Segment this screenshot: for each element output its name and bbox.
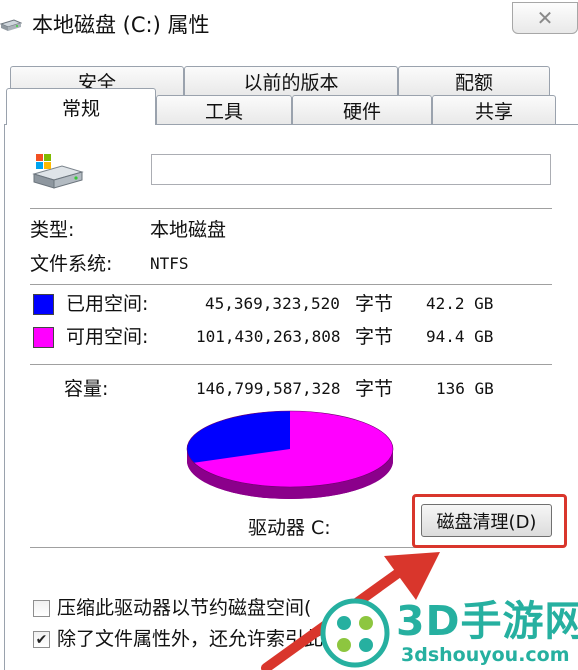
capacity-bytes: 146,799,587,328: [196, 379, 341, 398]
capacity-label: 容量:: [64, 378, 109, 400]
type-label: 类型:: [30, 219, 75, 241]
free-space-bytes: 101,430,263,808: [196, 327, 341, 346]
disk-cleanup-button[interactable]: 磁盘清理(D): [421, 504, 552, 537]
tab-hardware[interactable]: 硬件: [292, 95, 432, 125]
compress-checkbox[interactable]: [33, 600, 50, 617]
used-space-label: 已用空间:: [66, 293, 149, 315]
close-button[interactable]: ✕: [512, 2, 578, 34]
capacity-size: 136 GB: [436, 379, 494, 398]
filesystem-value: NTFS: [150, 254, 189, 273]
divider-mid: [30, 284, 552, 285]
volume-label-input[interactable]: [151, 154, 551, 185]
type-value: 本地磁盘: [150, 219, 227, 241]
tab-tools-label: 工具: [204, 101, 243, 123]
watermark-brand: 3D手游网: [396, 597, 578, 645]
tab-sharing-label: 共享: [474, 101, 513, 123]
free-space-size: 94.4 GB: [426, 327, 494, 346]
used-space-unit: 字节: [355, 293, 394, 315]
watermark-domain: 3dshouyou.com: [401, 644, 570, 666]
hard-drive-icon: [32, 154, 84, 189]
tab-hardware-label: 硬件: [342, 101, 381, 123]
tab-previous-versions-label: 以前的版本: [243, 72, 339, 94]
tab-quota[interactable]: 配额: [398, 66, 550, 96]
drive-label: 驱动器 C:: [248, 517, 331, 539]
index-checkbox[interactable]: ✔: [33, 631, 50, 648]
tab-previous-versions[interactable]: 以前的版本: [184, 66, 398, 96]
divider-top: [30, 208, 552, 209]
tab-tools[interactable]: 工具: [156, 95, 292, 125]
close-icon: ✕: [536, 6, 554, 30]
used-space-swatch: [33, 294, 54, 315]
divider-capacity: [30, 364, 552, 365]
checkmark-icon: ✔: [35, 631, 48, 648]
capacity-unit: 字节: [355, 378, 394, 400]
tab-quota-label: 配额: [454, 72, 493, 94]
free-space-unit: 字节: [355, 326, 394, 348]
watermark-logo-icon: [320, 598, 390, 668]
free-space-label: 可用空间:: [66, 326, 149, 348]
title-bar: 本地磁盘 (C:) 属性 ✕: [0, 0, 578, 52]
tab-general-label: 常规: [61, 97, 100, 120]
disk-usage-pie: [186, 410, 394, 499]
watermark: 3D手游网 3dshouyou.com: [318, 596, 578, 670]
used-space-bytes: 45,369,323,520: [205, 294, 340, 313]
filesystem-label: 文件系统:: [30, 253, 113, 275]
used-space-size: 42.2 GB: [426, 294, 494, 313]
free-space-swatch: [33, 327, 54, 348]
window-title: 本地磁盘 (C:) 属性: [32, 13, 210, 37]
drive-properties-icon: [0, 19, 22, 31]
tab-sharing[interactable]: 共享: [432, 95, 556, 125]
tab-general[interactable]: 常规: [6, 88, 156, 125]
